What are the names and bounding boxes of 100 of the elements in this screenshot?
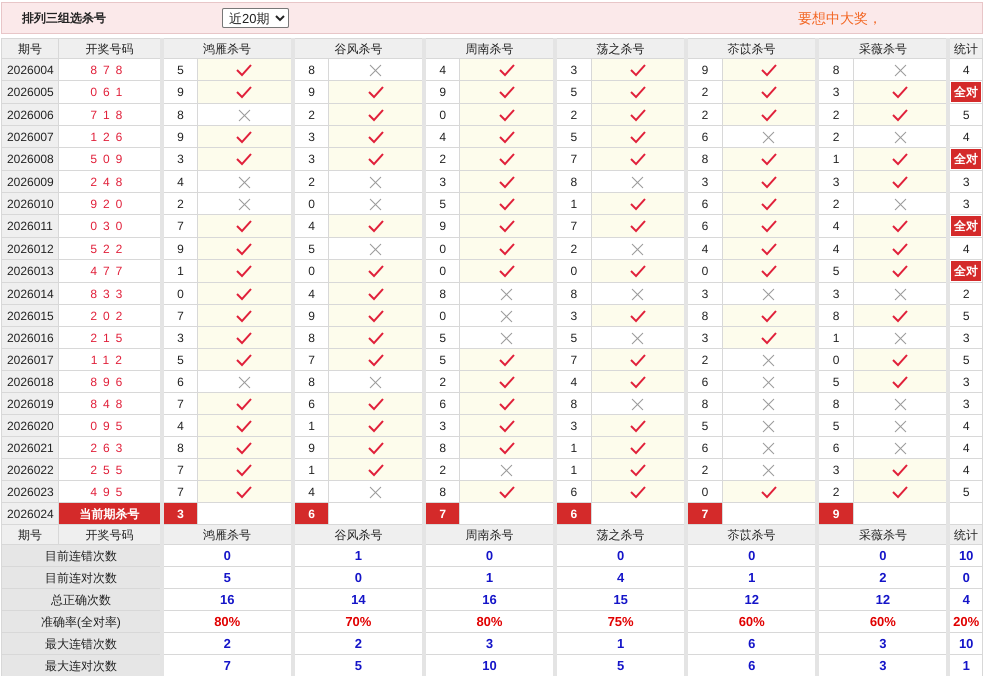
column-header: 鸿雁杀号 [162,38,293,58]
column-header: 荡之杀号 [555,524,686,544]
period-cell: 2026017 [2,348,59,370]
current-kill-number: 6 [292,502,329,524]
current-kill-number: 7 [686,502,722,524]
column-header: 周南杀号 [424,524,556,544]
current-kill-number: 3 [162,502,198,524]
column-header: 鸿雁杀号 [162,524,293,544]
stat-value: 0 [817,544,948,566]
stat-value: 12 [686,588,818,610]
current-label: 当前期杀号 [58,502,162,524]
stat-value: 16 [424,588,556,610]
row-label: 最大连对次数 [2,654,162,676]
period-cell: 2026019 [2,392,59,414]
stat-value: 16 [162,588,293,610]
period-cell: 2026024 [2,502,59,524]
stat-cell: 5 [948,348,982,370]
stat-value: 10 [948,544,982,566]
period-cell: 2026009 [2,170,59,192]
stat-value: 1 [686,566,818,588]
period-cell: 2026014 [2,282,59,304]
current-kill-number: 7 [424,502,460,524]
period-cell: 2026020 [2,414,59,436]
stat-value: 75% [555,610,686,632]
column-header: 谷风杀号 [292,38,424,58]
all-correct-badge: 全对 [951,149,981,169]
column-header: 采薇杀号 [817,524,948,544]
period-dropdown[interactable]: 近20期 [222,8,289,28]
all-correct-badge: 全对 [951,216,981,236]
stat-cell: 3 [948,170,982,192]
period-cell: 2026011 [2,214,59,238]
row-label: 准确率(全对率) [2,610,162,632]
column-header: 期号 [2,38,59,58]
stat-value: 2 [817,566,948,588]
period-cell: 2026012 [2,238,59,260]
promo-text: 要想中大奖， [798,8,882,28]
stat-value: 80% [162,610,293,632]
period-cell: 2026005 [2,80,59,104]
column-header: 开奖号码 [58,38,162,58]
stat-value: 1 [948,654,982,676]
stat-value: 0 [948,566,982,588]
column-header: 期号 [2,524,59,544]
period-cell: 2026021 [2,436,59,458]
period-cell: 2026016 [2,326,59,348]
stat-value: 4 [555,566,686,588]
stat-value: 1 [292,544,424,566]
column-header: 苶苡杀号 [686,38,818,58]
stat-value: 1 [424,566,556,588]
stat-value: 70% [292,610,424,632]
stat-value: 0 [555,544,686,566]
period-cell: 2026023 [2,480,59,502]
stat-value: 3 [424,632,556,654]
stat-value: 1 [555,632,686,654]
stat-value: 3 [817,632,948,654]
column-header: 荡之杀号 [555,38,686,58]
period-cell: 2026006 [2,104,59,126]
stat-value: 0 [162,544,293,566]
all-correct-badge: 全对 [951,82,981,102]
stat-cell: 3 [948,370,982,392]
stat-value: 5 [162,566,293,588]
period-cell: 2026013 [2,260,59,282]
stat-value: 60% [817,610,948,632]
stat-value: 60% [686,610,818,632]
stat-cell: 3 [948,326,982,348]
stat-cell: 5 [948,304,982,326]
stat-value: 80% [424,610,556,632]
period-cell: 2026010 [2,192,59,214]
stat-cell: 3 [948,392,982,414]
stat-value: 10 [948,632,982,654]
stat-cell: 4 [948,436,982,458]
period-cell: 2026007 [2,126,59,148]
stat-value: 4 [948,588,982,610]
column-header: 采薇杀号 [817,38,948,58]
column-header: 统计 [948,38,982,58]
stat-cell: 4 [948,458,982,480]
page-title: 排列三组选杀号 [22,10,107,27]
row-label: 目前连错次数 [2,544,162,566]
column-header: 统计 [948,524,982,544]
stat-value: 0 [424,544,556,566]
stat-value: 15 [555,588,686,610]
stat-value: 14 [292,588,424,610]
column-header: 谷风杀号 [292,524,424,544]
period-cell: 2026008 [2,148,59,170]
stat-value: 6 [686,632,818,654]
column-header: 周南杀号 [424,38,556,58]
column-header: 苶苡杀号 [686,524,818,544]
stat-cell: 2 [948,282,982,304]
current-kill-number: 9 [817,502,854,524]
row-label: 总正确次数 [2,588,162,610]
period-cell: 2026018 [2,370,59,392]
column-header: 开奖号码 [58,524,162,544]
row-label: 最大连错次数 [2,632,162,654]
stat-cell: 5 [948,480,982,502]
stat-cell: 4 [948,414,982,436]
stat-value: 2 [162,632,293,654]
stat-cell: 5 [948,104,982,126]
current-kill-number: 6 [555,502,592,524]
stat-value: 12 [817,588,948,610]
stat-value: 20% [948,610,982,632]
stat-value: 2 [292,632,424,654]
